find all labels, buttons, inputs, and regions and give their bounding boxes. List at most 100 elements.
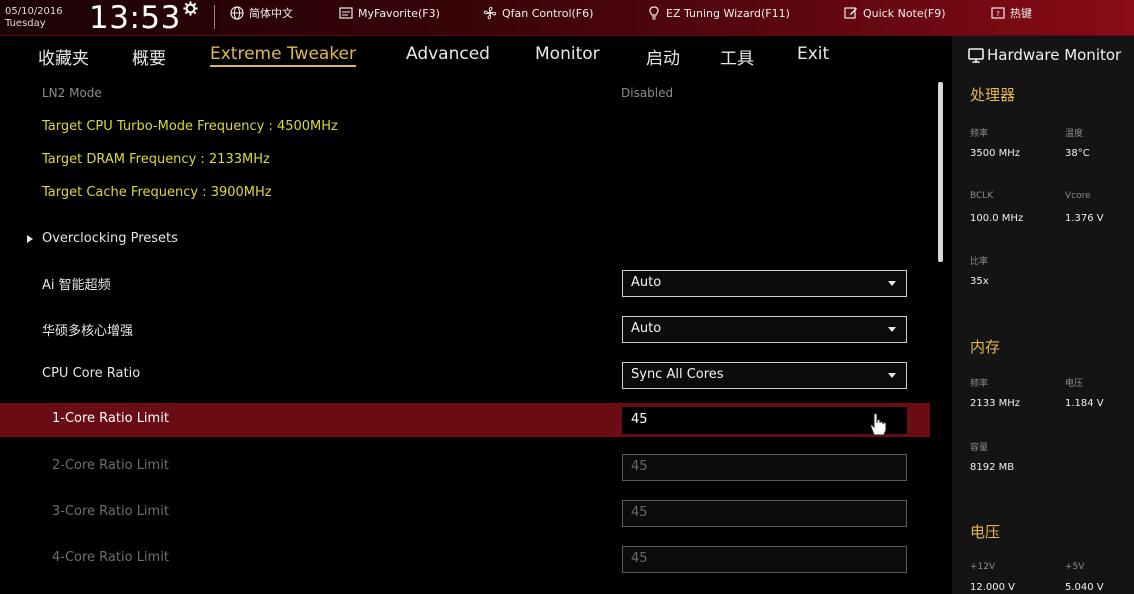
weekday-text: Tuesday [5,18,46,29]
ez-tuning-wizard-button[interactable]: EZ Tuning Wizard(F11) [647,5,790,21]
quick-note-label: Quick Note(F9) [863,6,946,20]
note-icon [844,7,857,19]
tab-boot[interactable]: 启动 [646,44,680,69]
top-bar: 05/10/2016 Tuesday 13:53 简体中文 MyFavorite… [0,0,1134,36]
tab-advanced[interactable]: Advanced [406,44,490,64]
hardware-monitor-panel: Hardware Monitor 处理器 频率 温度 3500 MHz 38°C… [952,36,1134,594]
cpu-core-ratio-label: CPU Core Ratio [42,366,141,381]
memory-voltage-value: 1.184 V [1065,398,1104,409]
cpu-core-ratio-row: CPU Core Ratio Sync All Cores [0,358,930,392]
tab-tool[interactable]: 工具 [720,44,754,69]
target-cache-frequency: Target Cache Frequency : 3900MHz [42,185,272,200]
hardware-monitor-title: Hardware Monitor [987,46,1122,64]
ai-overclock-label: Ai 智能超频 [42,278,111,293]
settings-scrollbar[interactable] [938,82,943,262]
chevron-down-icon [888,327,896,332]
core3-ratio-label: 3-Core Ratio Limit [52,504,169,519]
target-dram-frequency: Target DRAM Frequency : 2133MHz [42,152,270,167]
clock: 13:53 [89,0,181,36]
ln2-mode-row: LN2 Mode Disabled [0,78,930,112]
hotkeys-button[interactable]: ? 热键 [991,5,1032,21]
myfavorite-label: MyFavorite(F3) [358,6,440,20]
memory-frequency-label: 频率 [970,379,989,389]
ez-tuning-wizard-label: EZ Tuning Wizard(F11) [666,6,790,20]
gear-icon[interactable] [183,1,198,16]
caret-right-icon [27,235,33,243]
hardware-monitor-header: Hardware Monitor [968,46,1121,64]
core1-ratio-input[interactable]: 45 [622,407,907,434]
overclocking-presets-label: Overclocking Presets [42,231,178,246]
language-label: 简体中文 [249,7,293,20]
hotkeys-label: 热键 [1010,7,1032,20]
memory-capacity-value: 8192 MB [970,462,1015,473]
settings-panel: LN2 Mode Disabled Target CPU Turbo-Mode … [0,76,945,594]
globe-icon [230,6,244,20]
core3-ratio-input: 45 [622,500,907,527]
tab-monitor[interactable]: Monitor [535,44,600,64]
main-tabs: 收藏夹 概要 Extreme Tweaker Advanced Monitor … [0,36,950,76]
cpu-frequency-value: 3500 MHz [970,148,1021,159]
qfan-control-button[interactable]: Qfan Control(F6) [483,5,593,21]
target-dram-row: Target DRAM Frequency : 2133MHz [0,144,930,178]
core4-ratio-label: 4-Core Ratio Limit [52,550,169,565]
date-display: 05/10/2016 Tuesday [5,6,63,30]
asus-mce-select[interactable]: Auto [622,316,907,343]
voltage-section-title: 电压 [970,523,1001,541]
svg-text:?: ? [996,10,1000,18]
memory-voltage-label: 电压 [1065,379,1084,389]
tab-extreme-tweaker[interactable]: Extreme Tweaker [210,44,357,67]
ln2-mode-value: Disabled [621,86,674,100]
v5-value: 5.040 V [1065,582,1104,593]
memory-section-title: 内存 [970,338,1001,356]
core1-ratio-label: 1-Core Ratio Limit [52,411,169,426]
vcore-value: 1.376 V [1065,213,1104,224]
memory-capacity-label: 容量 [970,443,989,453]
tab-main[interactable]: 概要 [132,44,166,69]
favorite-icon [339,7,353,19]
date-text: 05/10/2016 [5,6,63,17]
chevron-down-icon [888,281,896,286]
chevron-down-icon [888,373,896,378]
v5-label: +5V [1065,562,1085,572]
core1-ratio-row[interactable]: 1-Core Ratio Limit 45 [0,403,930,437]
ln2-mode-label: LN2 Mode [42,86,102,100]
v12-value: 12.000 V [970,582,1016,593]
core3-ratio-row: 3-Core Ratio Limit 45 [0,496,930,530]
vcore-label: Vcore [1065,191,1091,201]
asus-mce-value: Auto [631,321,662,336]
bclk-value: 100.0 MHz [970,213,1024,224]
core2-ratio-label: 2-Core Ratio Limit [52,458,169,473]
hand-cursor-icon [870,412,887,436]
ai-overclock-row: Ai 智能超频 Auto [0,266,930,300]
core4-ratio-row: 4-Core Ratio Limit 45 [0,542,930,576]
monitor-icon [968,47,984,63]
cpu-temperature-label: 温度 [1065,129,1084,139]
language-button[interactable]: 简体中文 [230,5,293,21]
target-cpu-frequency: Target CPU Turbo-Mode Frequency : 4500MH… [42,119,338,134]
cpu-core-ratio-value: Sync All Cores [631,367,724,382]
asus-mce-row: 华硕多核心增强 Auto [0,312,930,346]
tab-favorites[interactable]: 收藏夹 [38,44,89,69]
bulb-icon [649,6,659,20]
overclocking-presets-row[interactable]: Overclocking Presets [0,223,930,257]
tab-exit[interactable]: Exit [797,44,829,64]
ai-overclock-value: Auto [631,275,662,290]
ratio-value: 35x [970,276,989,287]
qfan-control-label: Qfan Control(F6) [502,6,594,20]
ai-overclock-select[interactable]: Auto [622,270,907,297]
memory-frequency-value: 2133 MHz [970,398,1021,409]
core2-ratio-input: 45 [622,454,907,481]
topbar-divider [214,5,215,29]
ratio-label: 比率 [970,257,989,267]
fan-icon [483,6,497,20]
v12-label: +12V [970,562,996,572]
myfavorite-button[interactable]: MyFavorite(F3) [339,5,440,21]
hotkey-icon: ? [991,7,1005,19]
cpu-frequency-label: 频率 [970,129,989,139]
core2-ratio-row: 2-Core Ratio Limit 45 [0,450,930,484]
cpu-core-ratio-select[interactable]: Sync All Cores [622,362,907,389]
cpu-section-title: 处理器 [970,86,1016,104]
asus-mce-label: 华硕多核心增强 [42,324,134,339]
target-cache-row: Target Cache Frequency : 3900MHz [0,177,930,211]
quick-note-button[interactable]: Quick Note(F9) [844,5,946,21]
